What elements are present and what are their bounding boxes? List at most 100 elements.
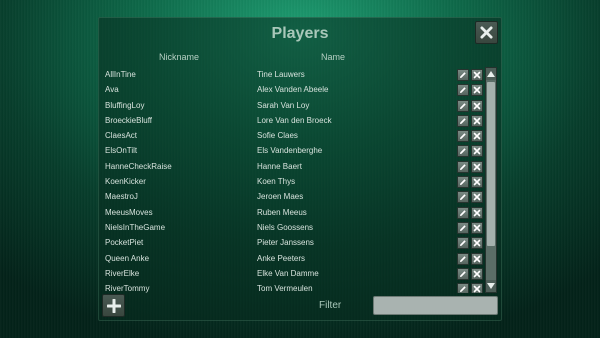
delete-player-button[interactable] [471,130,483,143]
player-name: Niels Goossens [257,222,314,232]
delete-player-button[interactable] [471,191,483,204]
delete-player-button[interactable] [471,206,483,219]
pencil-icon [460,148,466,155]
player-name: Jeroen Maes [257,192,304,202]
column-header-nickname: Nickname [159,52,200,62]
scroll-down-button[interactable] [486,280,496,292]
pencil-icon [460,194,466,201]
edit-player-button[interactable] [457,145,469,158]
player-nickname: NielsInTheGame [105,222,166,232]
player-name: Pieter Janssens [257,238,314,248]
x-icon [473,132,481,140]
player-nickname: BluffingLoy [105,100,145,110]
player-nickname: MaestroJ [105,192,138,202]
edit-player-button[interactable] [457,160,469,173]
column-header-name: Name [321,52,346,62]
x-icon [473,224,481,232]
edit-player-button[interactable] [457,221,469,234]
player-row[interactable]: PocketPiet Pieter Janssens [99,235,501,250]
player-nickname: RiverElke [105,268,140,278]
player-nickname: Ava [105,85,119,95]
pencil-icon [460,164,466,170]
player-name: Tom Vermeulen [257,284,313,293]
delete-player-button[interactable] [471,237,483,250]
player-name: Sofie Claes [257,131,298,141]
delete-player-button[interactable] [471,114,483,127]
delete-player-button[interactable] [471,145,483,158]
player-nickname: MeeusMoves [105,207,153,217]
player-nickname: ElsOnTilt [105,146,138,156]
edit-player-button[interactable] [457,176,469,189]
edit-player-button[interactable] [457,267,469,280]
delete-player-button[interactable] [471,160,483,173]
x-icon [473,209,481,216]
player-nickname: ClaesAct [105,131,138,141]
edit-player-button[interactable] [457,206,469,219]
scroll-up-button[interactable] [486,68,496,80]
pencil-icon [460,209,466,216]
arrow-down-icon [487,283,495,289]
filter-label: Filter [319,300,342,311]
player-nickname: BroeckieBluff [105,115,152,125]
player-row[interactable]: BluffingLoy Sarah Van Loy [99,98,501,113]
delete-player-button[interactable] [471,69,483,81]
pencil-icon [460,102,466,109]
player-row[interactable]: NielsInTheGame Niels Goossens [99,220,501,235]
player-row[interactable]: Queen Anke Anke Peeters [99,251,501,266]
player-row[interactable]: KoenKicker Koen Thys [99,174,501,189]
delete-player-button[interactable] [471,99,483,112]
scroll-thumb[interactable] [487,82,495,246]
edit-player-button[interactable] [457,99,469,112]
player-row[interactable]: RiverTommy Tom Vermeulen [99,281,501,293]
delete-player-button[interactable] [471,252,483,265]
x-icon [473,163,481,171]
player-row[interactable]: MeeusMoves Ruben Meeus [99,205,501,220]
delete-player-button[interactable] [471,283,483,293]
players-dialog: Players Nickname Name AllInTine Tine Lauw… [98,17,502,321]
player-nickname: AllInTine [105,70,136,79]
player-row[interactable]: RiverElke Elke Van Damme [99,266,501,281]
delete-player-button[interactable] [471,221,483,234]
pencil-icon [460,72,466,78]
pencil-icon [460,179,466,186]
player-name: Ruben Meeus [257,207,307,217]
edit-player-button[interactable] [457,69,469,81]
filter-input[interactable] [373,296,498,315]
player-row[interactable]: ElsOnTilt Els Vandenberghe [99,143,501,158]
delete-player-button[interactable] [471,267,483,280]
player-name: Tine Lauwers [257,70,305,79]
player-row[interactable]: MaestroJ Jeroen Maes [99,189,501,204]
x-icon [473,255,481,262]
edit-player-button[interactable] [457,237,469,250]
x-icon [473,86,481,94]
player-name: Alex Vanden Abeele [257,85,329,95]
edit-player-button[interactable] [457,252,469,265]
player-row[interactable]: ClaesAct Sofie Claes [99,128,501,143]
add-player-button[interactable] [102,294,125,317]
player-row[interactable]: Ava Alex Vanden Abeele [99,82,501,97]
player-row[interactable]: BroeckieBluff Lore Van den Broeck [99,113,501,128]
edit-player-button[interactable] [457,114,469,127]
player-name: Elke Van Damme [257,268,319,278]
edit-player-button[interactable] [457,283,469,293]
edit-player-button[interactable] [457,191,469,204]
player-row[interactable]: AllInTine Tine Lauwers [99,67,501,82]
player-row[interactable]: HanneCheckRaise Hanne Baert [99,159,501,174]
close-button[interactable] [475,21,498,44]
x-icon [473,194,481,201]
pencil-icon [460,118,466,124]
edit-player-button[interactable] [457,130,469,143]
player-nickname: HanneCheckRaise [105,161,172,171]
x-icon [473,178,481,186]
delete-player-button[interactable] [471,176,483,189]
player-name: Lore Van den Broeck [257,115,332,125]
pencil-icon [460,87,466,94]
x-icon [473,117,481,125]
x-icon [473,71,481,79]
player-nickname: PocketPiet [105,238,144,248]
scrollbar[interactable] [485,67,497,293]
delete-player-button[interactable] [471,84,483,97]
edit-player-button[interactable] [457,84,469,97]
player-name: Anke Peeters [257,253,306,263]
pencil-icon [460,255,466,262]
